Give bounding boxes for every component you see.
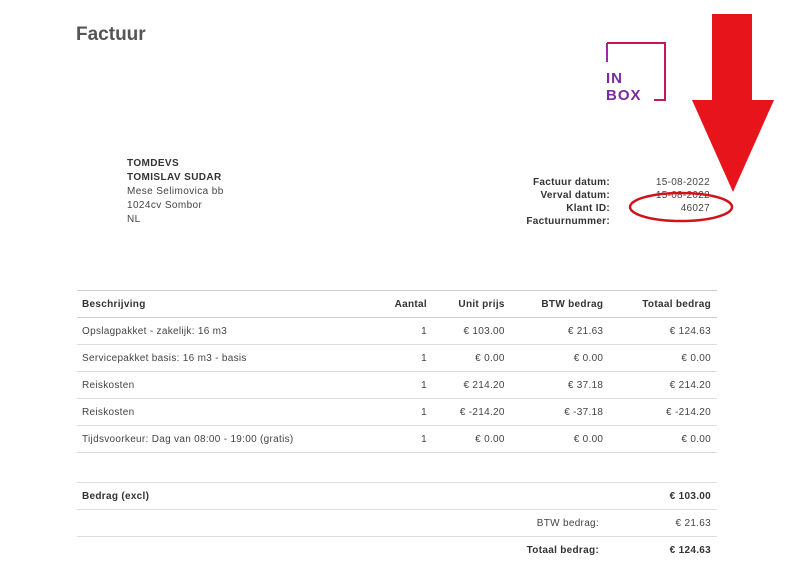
due-date-label: Verval datum:: [540, 190, 610, 201]
excl-label: Bedrag (excl): [77, 482, 332, 510]
cell-vat: € 21.63: [510, 317, 610, 345]
cell-description: Opslagpakket - zakelijk: 16 m3: [77, 317, 374, 345]
cell-total: € 124.63: [609, 317, 717, 345]
btw-label: BTW bedrag:: [331, 509, 605, 537]
col-vat: BTW bedrag: [510, 290, 610, 318]
table-row: Tijdsvoorkeur: Dag van 08:00 - 19:00 (gr…: [77, 425, 717, 453]
cell-unit-price: € 214.20: [432, 371, 511, 399]
cell-description: Reiskosten: [77, 371, 374, 399]
total-value: € 124.63: [605, 536, 717, 563]
col-total: Totaal bedrag: [609, 290, 717, 318]
cell-vat: € 0.00: [510, 344, 610, 372]
client-country: NL: [127, 214, 141, 225]
cell-total: € 0.00: [609, 344, 717, 372]
cell-quantity: 1: [373, 398, 433, 426]
logo-text: IN BOX: [606, 70, 642, 104]
client-id-label: Klant ID:: [566, 203, 610, 214]
line-items-table: Beschrijving Aantal Unit prijs BTW bedra…: [77, 290, 717, 453]
table-header-row: Beschrijving Aantal Unit prijs BTW bedra…: [77, 290, 717, 318]
cell-total: € -214.20: [609, 398, 717, 426]
table-row: Reiskosten 1 € 214.20 € 37.18 € 214.20: [77, 371, 717, 399]
inbox-logo: IN BOX: [606, 42, 668, 104]
invoice-number-label: Factuurnummer:: [526, 216, 610, 227]
cell-quantity: 1: [373, 317, 433, 345]
client-company: TOMDEVS: [127, 158, 180, 169]
cell-quantity: 1: [373, 344, 433, 372]
total-label: Totaal bedrag:: [331, 536, 605, 563]
cell-vat: € 37.18: [510, 371, 610, 399]
page-title: Factuur: [76, 24, 146, 45]
cell-quantity: 1: [373, 371, 433, 399]
logo-line-box: BOX: [606, 87, 642, 104]
cell-quantity: 1: [373, 425, 433, 453]
cell-vat: € -37.18: [510, 398, 610, 426]
col-unit-price: Unit prijs: [432, 290, 511, 318]
totals-row-btw: BTW bedrag: € 21.63: [77, 509, 717, 537]
col-quantity: Aantal: [373, 290, 433, 318]
logo-line-in: IN: [606, 70, 623, 87]
totals-row-excl: Bedrag (excl) € 103.00: [77, 482, 717, 510]
red-arrow-annotation: [692, 14, 774, 192]
cell-description: Servicepakket basis: 16 m3 - basis: [77, 344, 374, 372]
client-name: TOMISLAV SUDAR: [127, 172, 222, 183]
client-address: TOMDEVS TOMISLAV SUDAR Mese Selimovica b…: [127, 157, 224, 227]
table-row: Servicepakket basis: 16 m3 - basis 1 € 0…: [77, 344, 717, 372]
excl-value: € 103.00: [605, 482, 717, 510]
cell-description: Tijdsvoorkeur: Dag van 08:00 - 19:00 (gr…: [77, 425, 374, 453]
totals-table: Bedrag (excl) € 103.00 BTW bedrag: € 21.…: [77, 482, 717, 563]
totals-row-total: Totaal bedrag: € 124.63: [77, 536, 717, 563]
btw-value: € 21.63: [605, 509, 717, 537]
cell-vat: € 0.00: [510, 425, 610, 453]
cell-unit-price: € 0.00: [432, 425, 511, 453]
cell-total: € 0.00: [609, 425, 717, 453]
col-description: Beschrijving: [77, 290, 374, 318]
cell-unit-price: € 103.00: [432, 317, 511, 345]
red-ellipse-annotation: [628, 191, 734, 223]
cell-description: Reiskosten: [77, 398, 374, 426]
cell-total: € 214.20: [609, 371, 717, 399]
table-row: Reiskosten 1 € -214.20 € -37.18 € -214.2…: [77, 398, 717, 426]
meta-invoice-date: Factuur datum: 15-08-2022: [500, 176, 710, 189]
table-row: Opslagpakket - zakelijk: 16 m3 1 € 103.0…: [77, 317, 717, 345]
client-city: 1024cv Sombor: [127, 200, 203, 211]
cell-unit-price: € 0.00: [432, 344, 511, 372]
invoice-date-label: Factuur datum:: [533, 177, 610, 188]
client-street: Mese Selimovica bb: [127, 186, 224, 197]
cell-unit-price: € -214.20: [432, 398, 511, 426]
